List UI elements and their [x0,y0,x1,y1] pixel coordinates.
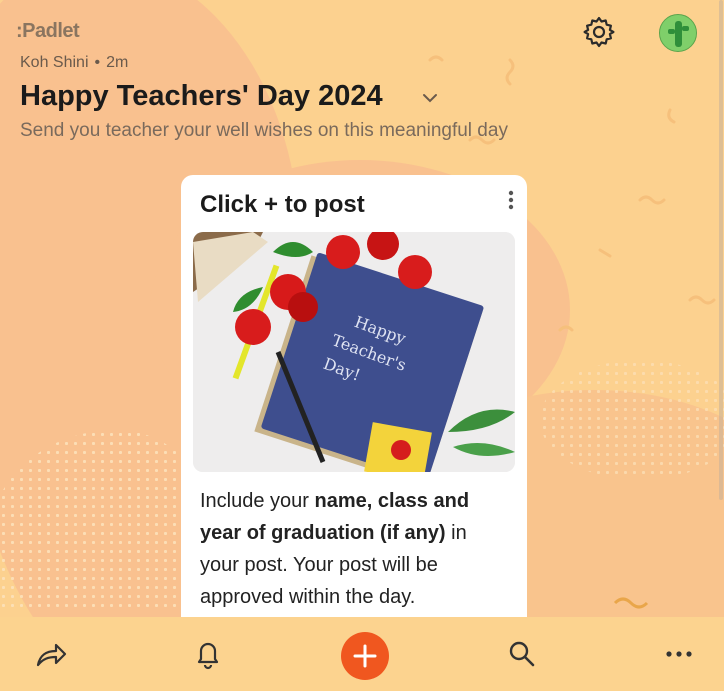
board-description: Send you teacher your well wishes on thi… [20,120,508,141]
bell-icon[interactable] [189,635,227,673]
chevron-down-icon[interactable] [420,88,440,108]
author-name: Koh Shini [20,54,89,71]
post-time: 2m [106,54,129,71]
user-avatar[interactable] [659,14,697,52]
post-card[interactable]: Click + to post Happy Teacher's Day! Inc… [181,175,527,635]
board-title: Happy Teachers' Day 2024 [20,80,383,112]
separator-dot: • [94,54,101,71]
settings-gear-icon[interactable] [582,15,616,49]
post-body-text: Include your [200,490,315,512]
board-meta: Koh Shini • 2m [20,54,128,72]
add-post-button[interactable] [341,632,389,680]
plus-icon [353,644,377,668]
post-body: Include your name, class and year of gra… [200,485,510,613]
more-options-icon[interactable] [660,635,698,673]
padlet-logo[interactable]: :Padlet [16,20,80,43]
board-header: :Padlet Koh Shini • 2m Happy Teachers' Day… [0,0,724,150]
share-icon[interactable] [32,635,70,673]
scrollbar-thumb[interactable] [719,0,723,500]
search-icon[interactable] [503,635,541,673]
kebab-menu-icon[interactable] [505,189,517,211]
scrollbar[interactable] [718,0,724,691]
avatar-cactus-icon [660,15,696,51]
teachers-day-photo: Happy Teacher's Day! [193,232,515,472]
post-title: Click + to post [200,191,365,218]
post-image[interactable]: Happy Teacher's Day! [193,232,515,472]
